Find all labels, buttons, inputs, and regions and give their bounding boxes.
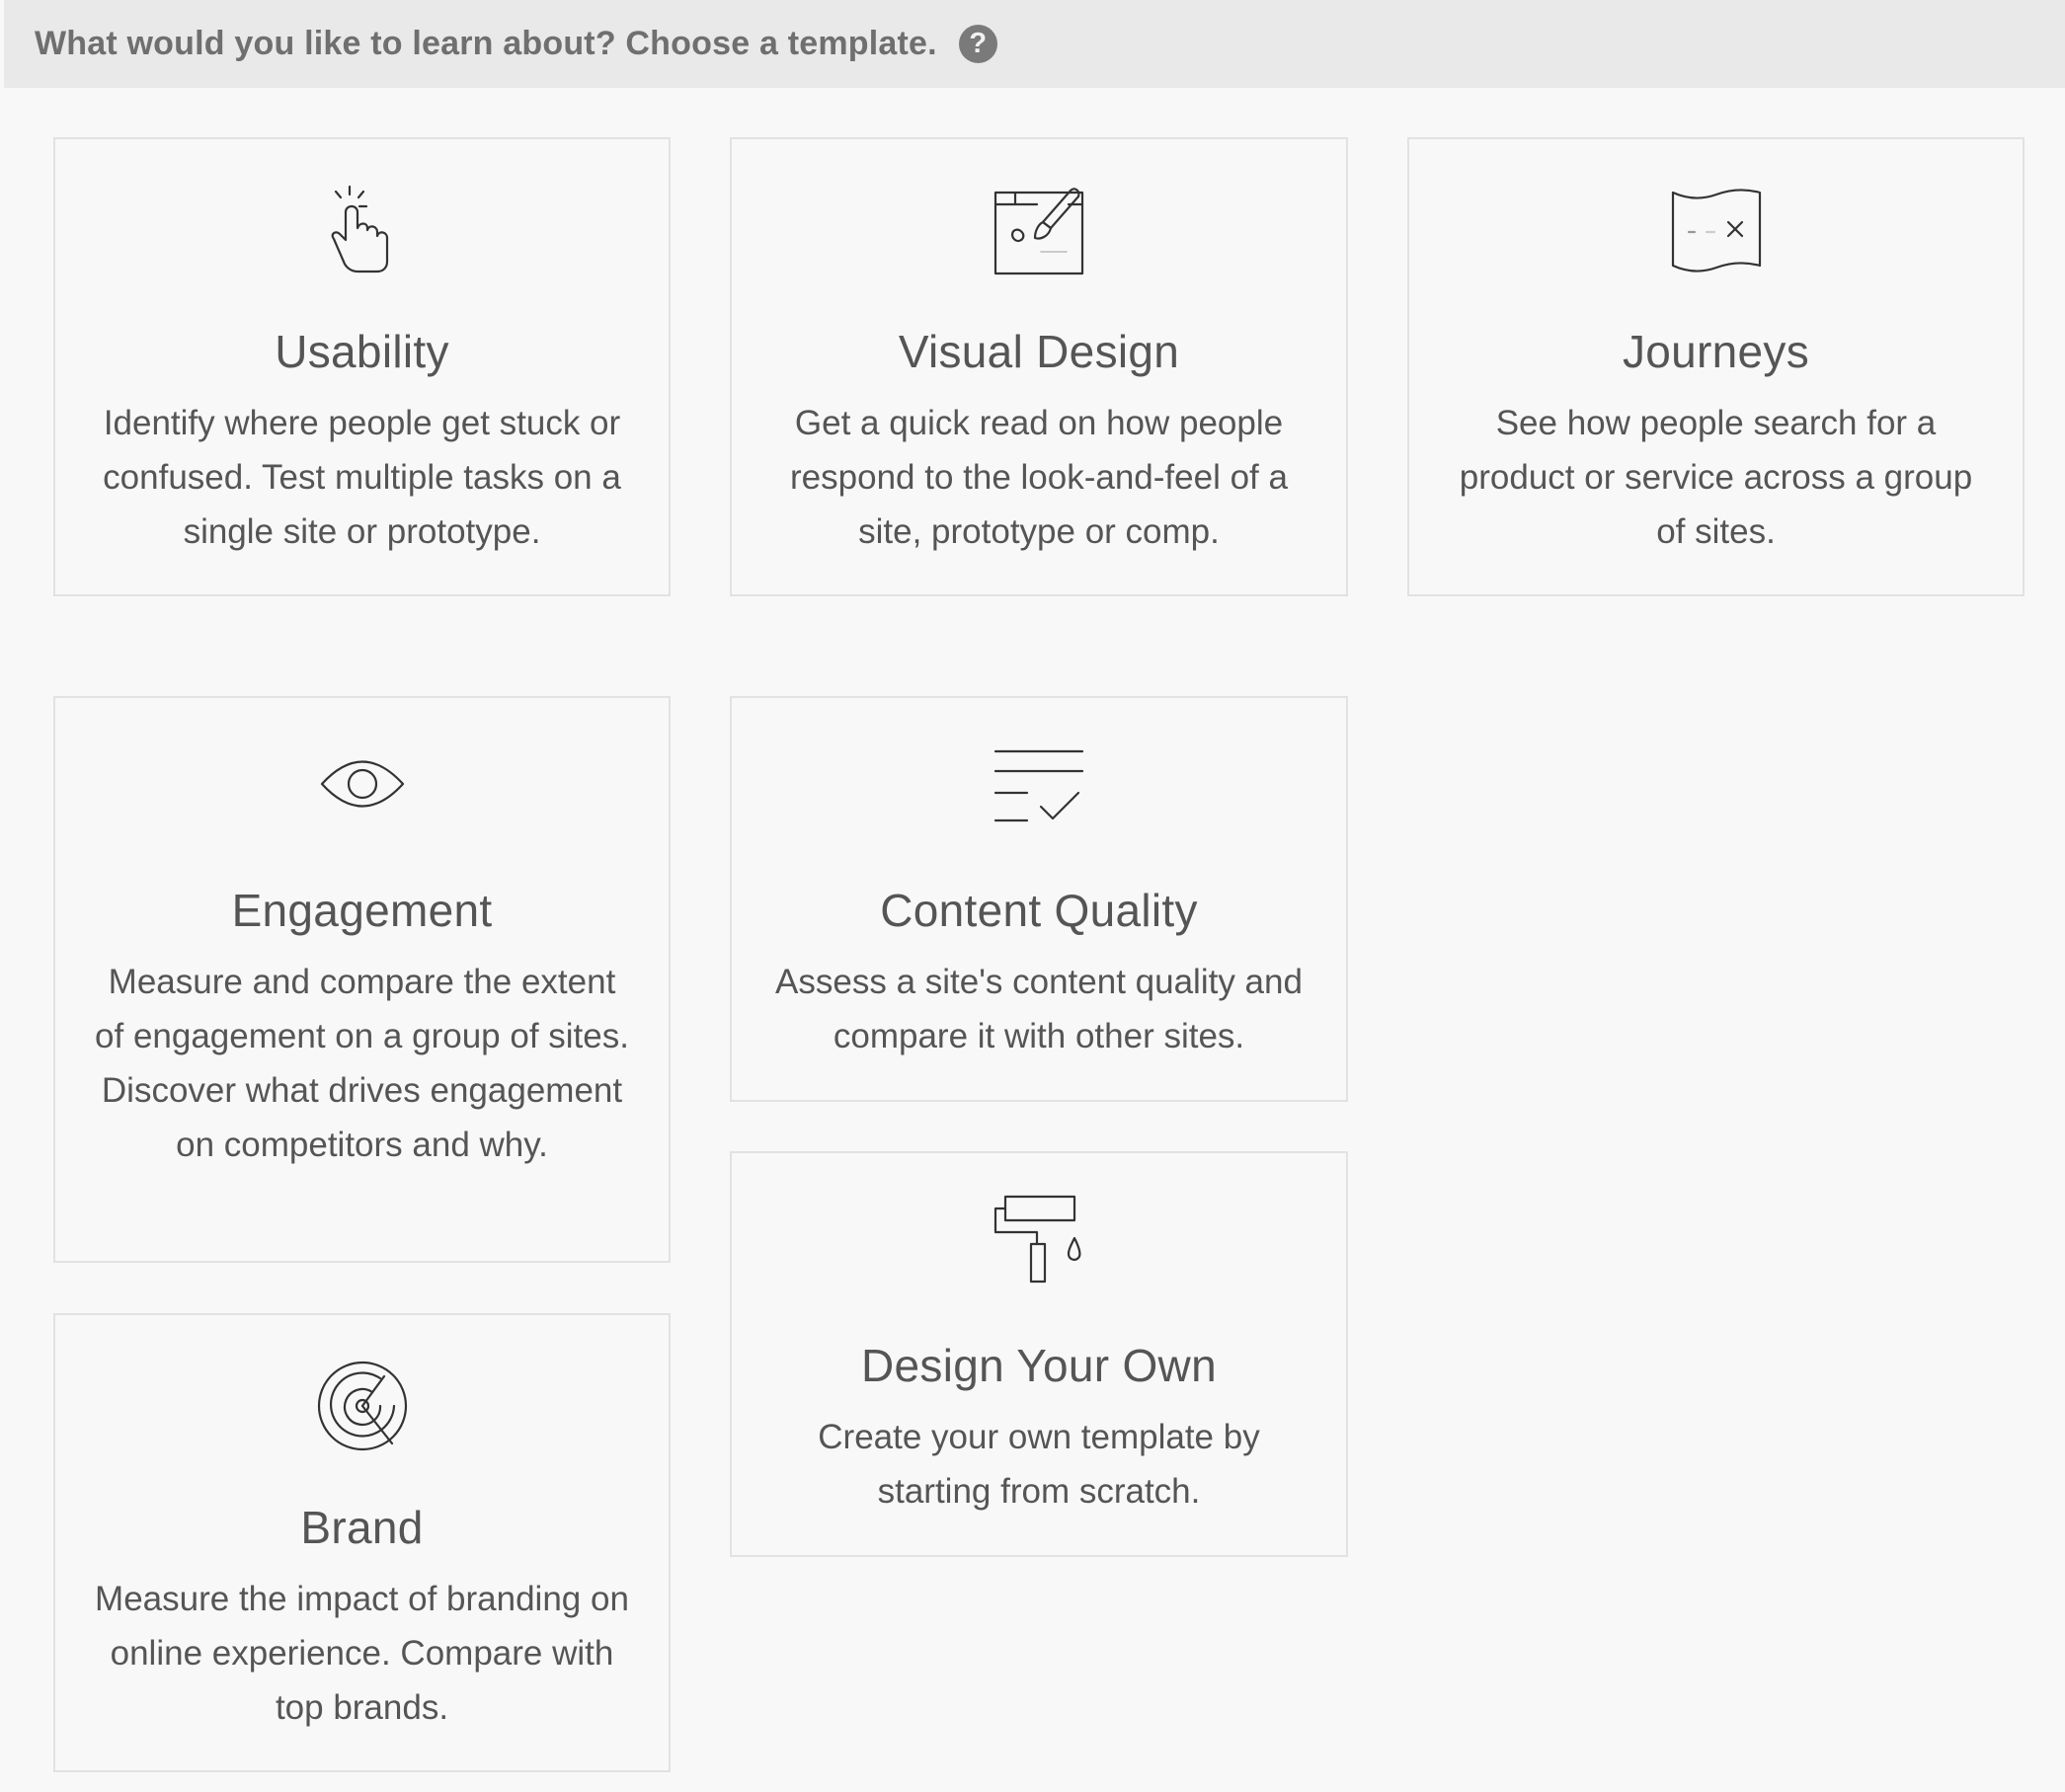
template-card-design-your-own[interactable]: Design Your Own Create your own template… — [730, 1151, 1348, 1557]
template-card-journeys[interactable]: Journeys See how people search for a pro… — [1407, 137, 2025, 596]
map-icon — [1671, 189, 1761, 273]
pointer-hand-icon — [331, 185, 388, 273]
card-description: Measure and compare the extent of engage… — [95, 963, 629, 1164]
help-icon[interactable]: ? — [958, 25, 997, 63]
card-title: Design Your Own — [861, 1340, 1217, 1391]
card-description: Measure the impact of branding on online… — [95, 1580, 629, 1727]
card-title: Visual Design — [898, 326, 1180, 377]
card-description: Get a quick read on how people respond t… — [790, 404, 1288, 551]
card-title: Journeys — [1622, 326, 1810, 377]
template-card-content-quality[interactable]: Content Quality Assess a site's content … — [730, 696, 1348, 1102]
eye-icon — [320, 760, 404, 808]
template-card-brand[interactable]: Brand Measure the impact of branding on … — [53, 1313, 671, 1772]
card-title: Brand — [300, 1502, 424, 1553]
paint-roller-icon — [993, 1195, 1081, 1284]
card-description: Identify where people get stuck or confu… — [103, 404, 621, 551]
page-header: What would you like to learn about? Choo… — [4, 0, 2065, 88]
card-description: See how people search for a product or s… — [1459, 404, 1973, 551]
card-description: Assess a site's content quality and comp… — [775, 963, 1303, 1055]
card-title: Engagement — [231, 885, 493, 936]
target-icon — [317, 1361, 407, 1451]
design-board-icon — [993, 188, 1084, 275]
page-title: What would you like to learn about? Choo… — [35, 25, 937, 62]
template-card-engagement[interactable]: Engagement Measure and compare the exten… — [53, 696, 671, 1263]
card-title: Content Quality — [880, 885, 1198, 936]
card-title: Usability — [275, 326, 449, 377]
checklist-icon — [993, 749, 1084, 822]
template-card-usability[interactable]: Usability Identify where people get stuc… — [53, 137, 671, 596]
template-card-visual-design[interactable]: Visual Design Get a quick read on how pe… — [730, 137, 1348, 596]
card-description: Create your own template by starting fro… — [818, 1418, 1260, 1511]
